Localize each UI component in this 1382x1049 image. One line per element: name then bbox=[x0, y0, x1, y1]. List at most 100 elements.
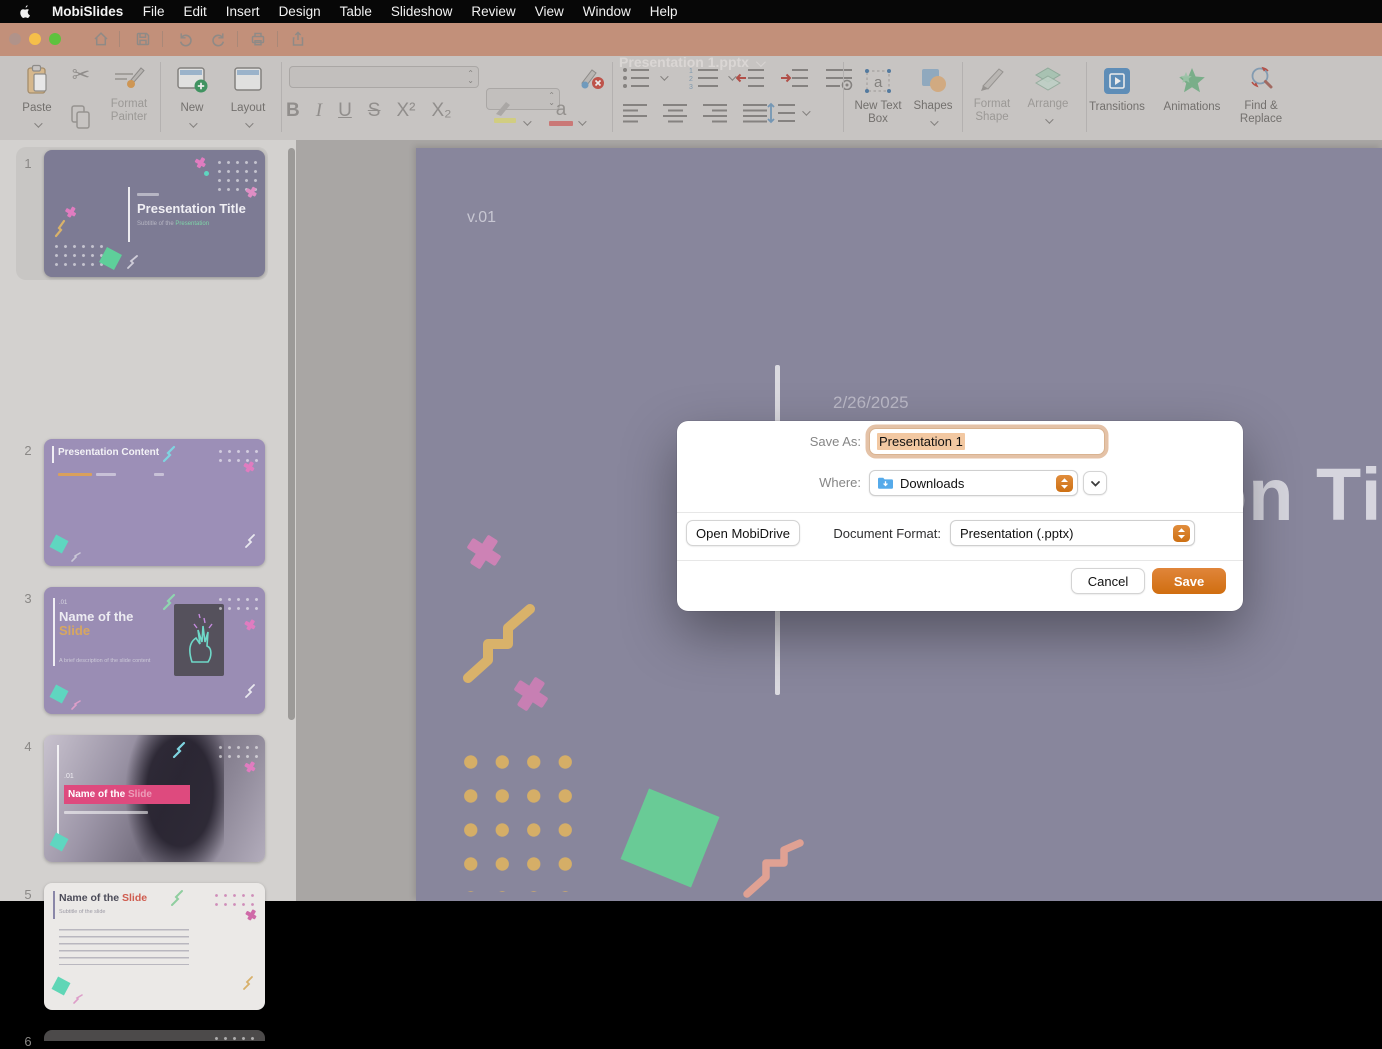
align-left-button[interactable] bbox=[622, 102, 648, 124]
where-select[interactable]: Downloads bbox=[869, 470, 1078, 496]
menu-review[interactable]: Review bbox=[471, 4, 515, 19]
slide-thumbnail-1[interactable]: Presentation Title Subtitle of the Prese… bbox=[44, 150, 265, 277]
bullet-list-button[interactable] bbox=[622, 66, 652, 90]
slide-thumbnail-5[interactable]: Name of the Slide Subtitle of the slide bbox=[44, 883, 265, 1010]
bold-button[interactable]: B bbox=[286, 100, 300, 122]
highlight-chevron-icon[interactable] bbox=[523, 117, 531, 125]
line-spacing-button[interactable] bbox=[766, 102, 796, 124]
slide-number: 6 bbox=[20, 1034, 36, 1049]
cut-button[interactable]: ✂ bbox=[64, 62, 98, 96]
format-painter-button[interactable]: FormatPainter bbox=[100, 64, 158, 124]
superscript-button[interactable]: X² bbox=[396, 100, 415, 122]
save-icon[interactable] bbox=[134, 30, 152, 48]
copy-button[interactable] bbox=[69, 104, 93, 130]
menu-file[interactable]: File bbox=[143, 4, 165, 19]
thumb1-subtitle: Subtitle of the Presentation bbox=[137, 221, 209, 227]
expand-dialog-button[interactable] bbox=[1083, 471, 1107, 495]
new-text-box-button[interactable]: a New TextBox bbox=[850, 66, 906, 126]
menu-slideshow[interactable]: Slideshow bbox=[391, 4, 453, 19]
font-color-chevron-icon[interactable] bbox=[578, 117, 586, 125]
dialog-divider bbox=[677, 560, 1243, 561]
decor-squiggle-tan bbox=[460, 600, 548, 686]
slide-thumbnail-2[interactable]: Presentation Content bbox=[44, 439, 265, 566]
decor-cross-pink bbox=[460, 528, 507, 575]
find-replace-button[interactable]: Find &Replace bbox=[1232, 66, 1290, 126]
cancel-button[interactable]: Cancel bbox=[1071, 568, 1145, 594]
font-name-select[interactable]: ⌃⌄ bbox=[289, 66, 479, 88]
italic-button[interactable]: I bbox=[316, 100, 322, 122]
dialog-divider bbox=[677, 512, 1243, 513]
transitions-button[interactable]: Transitions bbox=[1086, 66, 1148, 114]
format-shape-button[interactable]: FormatShape bbox=[966, 66, 1018, 124]
align-justify-button[interactable] bbox=[742, 102, 768, 124]
menu-help[interactable]: Help bbox=[650, 4, 678, 19]
underline-button[interactable]: U bbox=[338, 100, 352, 122]
redo-icon[interactable] bbox=[209, 30, 227, 48]
slide-thumbnail-6[interactable] bbox=[44, 1030, 265, 1041]
document-format-value: Presentation (.pptx) bbox=[960, 526, 1173, 541]
menu-design[interactable]: Design bbox=[279, 4, 321, 19]
align-right-button[interactable] bbox=[702, 102, 728, 124]
highlight-color-button[interactable] bbox=[490, 98, 518, 126]
transitions-icon bbox=[1102, 66, 1132, 96]
strikethrough-button[interactable]: S bbox=[368, 100, 381, 122]
share-icon[interactable] bbox=[289, 30, 307, 48]
minimize-window-button[interactable] bbox=[29, 33, 41, 45]
menu-edit[interactable]: Edit bbox=[184, 4, 207, 19]
clear-formatting-button[interactable] bbox=[578, 65, 606, 91]
bullet-list-chevron-icon[interactable] bbox=[660, 72, 668, 80]
toolbar-ribbon: Paste ✂ FormatPainter New Layout ⌃⌄ ⌃⌄ B… bbox=[0, 56, 1382, 140]
undo-icon[interactable] bbox=[177, 30, 195, 48]
titlebar-separator bbox=[119, 31, 120, 47]
slides-panel-scrollbar[interactable] bbox=[288, 148, 295, 720]
thumb2-title: Presentation Content bbox=[58, 447, 159, 458]
paste-button[interactable]: Paste bbox=[14, 64, 60, 123]
title-bar: Presentation 1.pptx bbox=[0, 23, 1382, 56]
paste-chevron-icon bbox=[34, 120, 42, 128]
slide-number: 3 bbox=[20, 591, 36, 606]
apple-menu-icon[interactable] bbox=[18, 4, 32, 20]
layout-button[interactable]: Layout bbox=[222, 66, 274, 123]
subscript-button[interactable]: X₂ bbox=[431, 100, 451, 122]
thumb3-title: Name of theSlide bbox=[59, 610, 133, 639]
shapes-button[interactable]: Shapes bbox=[910, 66, 956, 121]
thumb5-subtitle: Subtitle of the slide bbox=[59, 909, 105, 915]
align-center-button[interactable] bbox=[662, 102, 688, 124]
increase-indent-button[interactable] bbox=[780, 66, 810, 90]
slide-thumbnail-3[interactable]: .01 Name of theSlide A brief description… bbox=[44, 587, 265, 714]
slide-number: 2 bbox=[20, 443, 36, 458]
zoom-window-button[interactable] bbox=[49, 33, 61, 45]
menu-window[interactable]: Window bbox=[583, 4, 631, 19]
slide-thumbnail-4[interactable]: .01 Name of the Slide bbox=[44, 735, 265, 862]
thumb3-image bbox=[174, 604, 224, 676]
decrease-indent-button[interactable] bbox=[736, 66, 766, 90]
layout-icon bbox=[231, 66, 265, 94]
numbered-list-button[interactable]: 123 bbox=[688, 66, 720, 90]
svg-text:2: 2 bbox=[689, 76, 693, 83]
decor-dot-grid bbox=[449, 739, 590, 892]
menu-view[interactable]: View bbox=[535, 4, 564, 19]
save-button[interactable]: Save bbox=[1152, 568, 1226, 594]
filename-input[interactable]: Presentation 1 bbox=[869, 428, 1105, 455]
line-spacing-chevron-icon[interactable] bbox=[802, 107, 810, 115]
shapes-icon bbox=[918, 66, 948, 94]
animations-button[interactable]: Animations bbox=[1158, 66, 1226, 114]
close-window-button[interactable] bbox=[9, 33, 21, 45]
new-slide-button[interactable]: New bbox=[168, 66, 216, 123]
menu-insert[interactable]: Insert bbox=[226, 4, 260, 19]
arrange-chevron-icon bbox=[1045, 116, 1053, 124]
menu-app-name[interactable]: MobiSlides bbox=[52, 4, 123, 19]
print-icon[interactable] bbox=[249, 30, 267, 48]
slide-number: 5 bbox=[20, 887, 36, 902]
where-stepper-icon bbox=[1056, 475, 1073, 492]
home-icon[interactable] bbox=[92, 30, 110, 48]
where-label: Where: bbox=[717, 475, 861, 490]
menu-table[interactable]: Table bbox=[340, 4, 372, 19]
open-mobidrive-button[interactable]: Open MobiDrive bbox=[686, 520, 800, 546]
font-color-button[interactable]: a bbox=[549, 102, 573, 126]
shapes-chevron-icon bbox=[930, 118, 938, 126]
thumb1-title: Presentation Title bbox=[137, 201, 246, 216]
svg-text:a: a bbox=[874, 74, 883, 91]
arrange-button[interactable]: Arrange bbox=[1022, 66, 1074, 119]
document-format-select[interactable]: Presentation (.pptx) bbox=[950, 520, 1195, 546]
